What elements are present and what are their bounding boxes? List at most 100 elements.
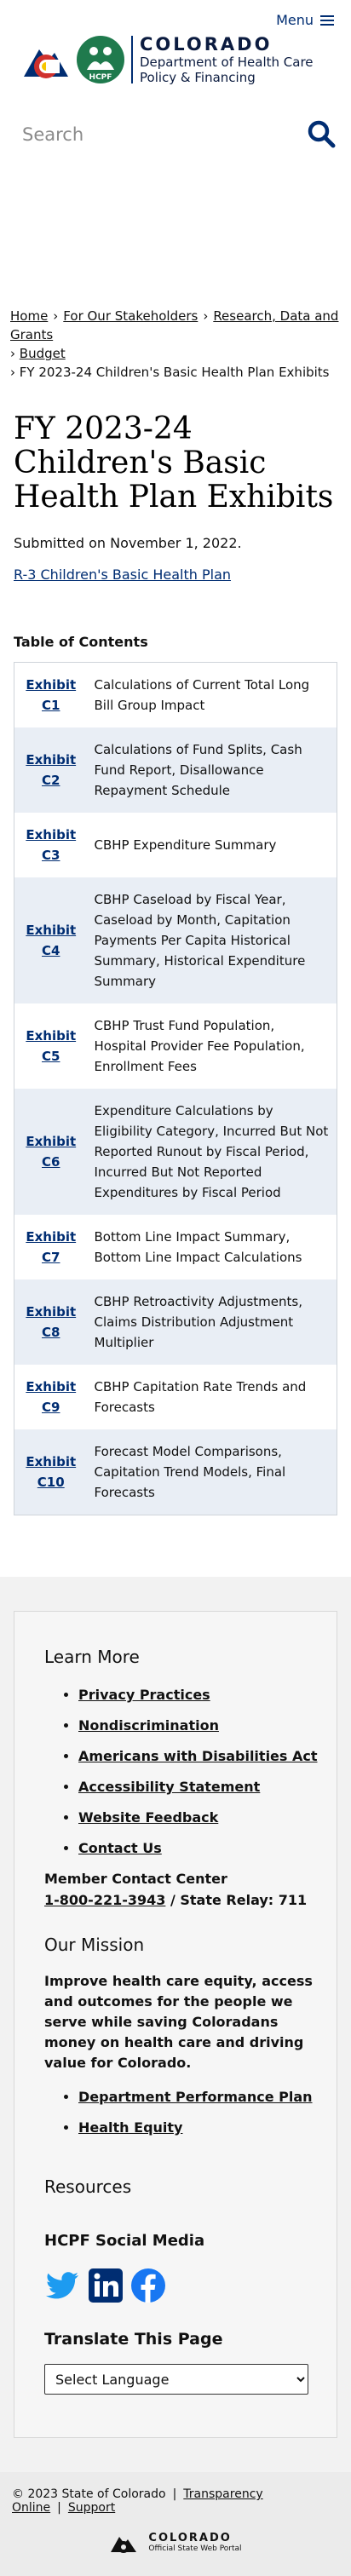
- exhibit-link[interactable]: Exhibit C6: [26, 1134, 76, 1170]
- breadcrumb-current: FY 2023-24 Children's Basic Health Plan …: [19, 365, 330, 380]
- search-icon: [308, 120, 336, 148]
- menu-button[interactable]: Menu: [276, 12, 334, 28]
- mission-heading: Our Mission: [44, 1935, 145, 1955]
- table-row: Exhibit C10 Forecast Model Comparisons, …: [14, 1429, 337, 1515]
- website-feedback-link[interactable]: Website Feedback: [78, 1809, 218, 1826]
- learn-more-list: Privacy Practices Nondiscrimination Amer…: [78, 1687, 319, 1857]
- social-heading: HCPF Social Media: [44, 2232, 205, 2250]
- list-item: Website Feedback: [78, 1809, 319, 1826]
- exhibit-description: Bottom Line Impact Summary, Bottom Line …: [94, 1229, 302, 1265]
- resources-heading: Resources: [44, 2176, 132, 2197]
- support-link[interactable]: Support: [68, 2501, 115, 2515]
- logo-divider: [131, 36, 133, 83]
- hamburger-icon: [320, 14, 334, 26]
- breadcrumb-stakeholders[interactable]: For Our Stakeholders: [63, 308, 198, 324]
- list-item: Department Performance Plan: [78, 2089, 319, 2106]
- twitter-icon[interactable]: [44, 2267, 82, 2304]
- svg-text:HCPF: HCPF: [89, 73, 112, 82]
- exhibit-description: Calculations of Fund Splits, Cash Fund R…: [94, 742, 302, 798]
- state-portal-logo[interactable]: COLORADO Official State Web Portal: [12, 2530, 339, 2556]
- list-item: Accessibility Statement: [78, 1779, 319, 1796]
- mission-text: Improve health care equity, access and o…: [44, 1973, 313, 2071]
- privacy-practices-link[interactable]: Privacy Practices: [78, 1687, 210, 1703]
- search-button[interactable]: [305, 118, 339, 152]
- breadcrumb-home[interactable]: Home: [10, 308, 48, 324]
- exhibit-link[interactable]: Exhibit C7: [26, 1229, 76, 1265]
- org-name: COLORADO: [140, 34, 273, 55]
- menu-label: Menu: [276, 12, 314, 28]
- exhibit-link[interactable]: Exhibit C2: [26, 752, 76, 788]
- exhibit-link[interactable]: Exhibit C3: [26, 827, 76, 863]
- performance-plan-link[interactable]: Department Performance Plan: [78, 2089, 313, 2105]
- exhibit-link[interactable]: Exhibit C1: [26, 677, 76, 713]
- exhibit-link[interactable]: Exhibit C5: [26, 1028, 76, 1064]
- footer: Learn More Privacy Practices Nondiscrimi…: [0, 1577, 351, 2472]
- health-equity-link[interactable]: Health Equity: [78, 2119, 182, 2136]
- breadcrumb-separator: ›: [10, 346, 15, 361]
- table-row: Exhibit C3 CBHP Expenditure Summary: [14, 813, 337, 877]
- exhibit-link[interactable]: Exhibit C8: [26, 1304, 76, 1340]
- facebook-icon[interactable]: [129, 2267, 167, 2304]
- exhibit-description: Forecast Model Comparisons, Capitation T…: [94, 1444, 286, 1500]
- copyright: © 2023 State of Colorado: [12, 2487, 166, 2501]
- contact-line: 1-800-221-3943 / State Relay: 711: [44, 1892, 319, 1908]
- table-row: Exhibit C7 Bottom Line Impact Summary, B…: [14, 1215, 337, 1279]
- exhibit-description: CBHP Retroactivity Adjustments, Claims D…: [94, 1294, 303, 1350]
- exhibit-description: CBHP Capitation Rate Trends and Forecast…: [94, 1379, 307, 1415]
- accessibility-link[interactable]: Accessibility Statement: [78, 1779, 260, 1795]
- table-row: Exhibit C1 Calculations of Current Total…: [14, 663, 337, 728]
- state-relay: / State Relay: 711: [165, 1892, 308, 1908]
- list-item: Americans with Disabilities Act: [78, 1748, 319, 1765]
- portal-name: COLORADO: [148, 2532, 232, 2544]
- breadcrumb-separator: ›: [10, 365, 15, 380]
- breadcrumb-separator: ›: [53, 308, 59, 324]
- social-links: [44, 2267, 319, 2304]
- linkedin-icon[interactable]: [87, 2267, 124, 2304]
- exhibit-link[interactable]: Exhibit C10: [26, 1454, 76, 1490]
- footer-box: Learn More Privacy Practices Nondiscrimi…: [14, 1611, 337, 2438]
- exhibit-link[interactable]: Exhibit C9: [26, 1379, 76, 1415]
- org-name-block: COLORADO Department of Health Care Polic…: [140, 34, 314, 85]
- ada-link[interactable]: Americans with Disabilities Act: [78, 1748, 318, 1764]
- site-logo[interactable]: HCPF COLORADO Department of Health Care …: [20, 34, 314, 85]
- exhibit-description: CBHP Caseload by Fiscal Year, Caseload b…: [94, 892, 306, 989]
- site-header: Menu HCPF COLORADO Department of Health …: [0, 0, 351, 94]
- table-row: Exhibit C5 CBHP Trust Fund Population, H…: [14, 1003, 337, 1089]
- toc-heading: Table of Contents: [14, 634, 148, 650]
- colorado-portal-icon: [111, 2537, 137, 2553]
- table-row: Exhibit C9 CBHP Capitation Rate Trends a…: [14, 1365, 337, 1429]
- exhibit-link[interactable]: Exhibit C4: [26, 923, 76, 958]
- bottom-links: © 2023 State of Colorado | Transparency On…: [12, 2487, 339, 2515]
- translate-heading: Translate This Page: [44, 2330, 223, 2349]
- learn-more-heading: Learn More: [44, 1647, 140, 1667]
- exhibit-description: CBHP Trust Fund Population, Hospital Pro…: [94, 1018, 305, 1074]
- search-bar: [12, 94, 339, 179]
- bottom-separator: |: [57, 2501, 61, 2515]
- table-row: Exhibit C4 CBHP Caseload by Fiscal Year,…: [14, 877, 337, 1003]
- mission-list: Department Performance Plan Health Equit…: [78, 2089, 319, 2136]
- breadcrumb-separator: ›: [203, 308, 209, 324]
- list-item: Nondiscrimination: [78, 1717, 319, 1734]
- list-item: Health Equity: [78, 2119, 319, 2136]
- contact-center-label: Member Contact Center: [44, 1871, 227, 1887]
- table-row: Exhibit C2 Calculations of Fund Splits, …: [14, 727, 337, 813]
- submitted-date: Submitted on November 1, 2022.: [14, 535, 242, 551]
- phone-link[interactable]: 1-800-221-3943: [44, 1892, 165, 1908]
- search-input[interactable]: [12, 118, 310, 152]
- breadcrumb-budget[interactable]: Budget: [20, 346, 66, 361]
- hcpf-logo-icon: HCPF: [77, 36, 124, 83]
- bottom-bar: © 2023 State of Colorado | Transparency On…: [0, 2472, 351, 2576]
- breadcrumb: Home › For Our Stakeholders › Research, Data…: [10, 307, 342, 382]
- document-link[interactable]: R-3 Children's Basic Health Plan: [14, 566, 337, 583]
- exhibit-description: Calculations of Current Total Long Bill …: [94, 677, 310, 713]
- list-item: Contact Us: [78, 1840, 319, 1857]
- org-subtitle-line1: Department of Health Care: [140, 55, 314, 70]
- colorado-logo-icon: [24, 49, 68, 78]
- exhibit-description: CBHP Expenditure Summary: [94, 837, 277, 853]
- exhibit-description: Expenditure Calculations by Eligibility …: [94, 1103, 329, 1200]
- table-row: Exhibit C6 Expenditure Calculations by E…: [14, 1089, 337, 1215]
- contact-us-link[interactable]: Contact Us: [78, 1840, 162, 1856]
- list-item: Privacy Practices: [78, 1687, 319, 1704]
- toc-table: Exhibit C1 Calculations of Current Total…: [14, 662, 337, 1515]
- nondiscrimination-link[interactable]: Nondiscrimination: [78, 1717, 219, 1734]
